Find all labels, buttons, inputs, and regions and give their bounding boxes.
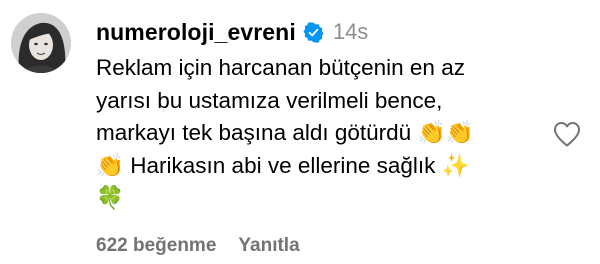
timestamp[interactable]: 14s — [333, 19, 368, 45]
verified-badge-icon — [303, 21, 324, 43]
comment-line: 🍀 — [96, 182, 536, 215]
comment-line: Reklam için harcanan bütçenin en az — [96, 55, 465, 80]
avatar-image — [11, 13, 71, 73]
comment-line: markayı tek başına aldı götürdü 👏👏 — [96, 117, 536, 150]
clapping-hands-emoji: 👏👏 — [417, 120, 474, 146]
sparkles-emoji: ✨ — [441, 152, 470, 179]
clapping-hands-emoji: 👏 — [96, 152, 125, 179]
likes-count-button[interactable]: 622 beğenme — [96, 235, 216, 257]
comment-header: numeroloji_evreni 14s — [96, 16, 368, 48]
four-leaf-clover-emoji: 🍀 — [96, 185, 125, 211]
avatar[interactable] — [11, 13, 71, 73]
comment-text: Reklam için harcanan bütçenin en az yarı… — [96, 52, 536, 215]
comment-actions: 622 beğenme Yanıtla — [96, 235, 300, 257]
reply-button[interactable]: Yanıtla — [238, 235, 299, 257]
username-link[interactable]: numeroloji_evreni — [96, 19, 296, 46]
comment-line: 👏 Harikasın abi ve ellerine sağlık ✨ — [96, 150, 536, 183]
comment-line-text: Harikasın abi ve ellerine sağlık — [124, 152, 442, 178]
comment-line: yarısı bu ustamıza verilmeli bence, — [96, 87, 443, 113]
comment-line-text: markayı tek başına aldı götürdü — [96, 120, 412, 145]
comment: numeroloji_evreni 14s Reklam için harcan… — [0, 0, 600, 264]
like-button[interactable] — [553, 121, 581, 147]
heart-outline-icon — [554, 122, 580, 147]
